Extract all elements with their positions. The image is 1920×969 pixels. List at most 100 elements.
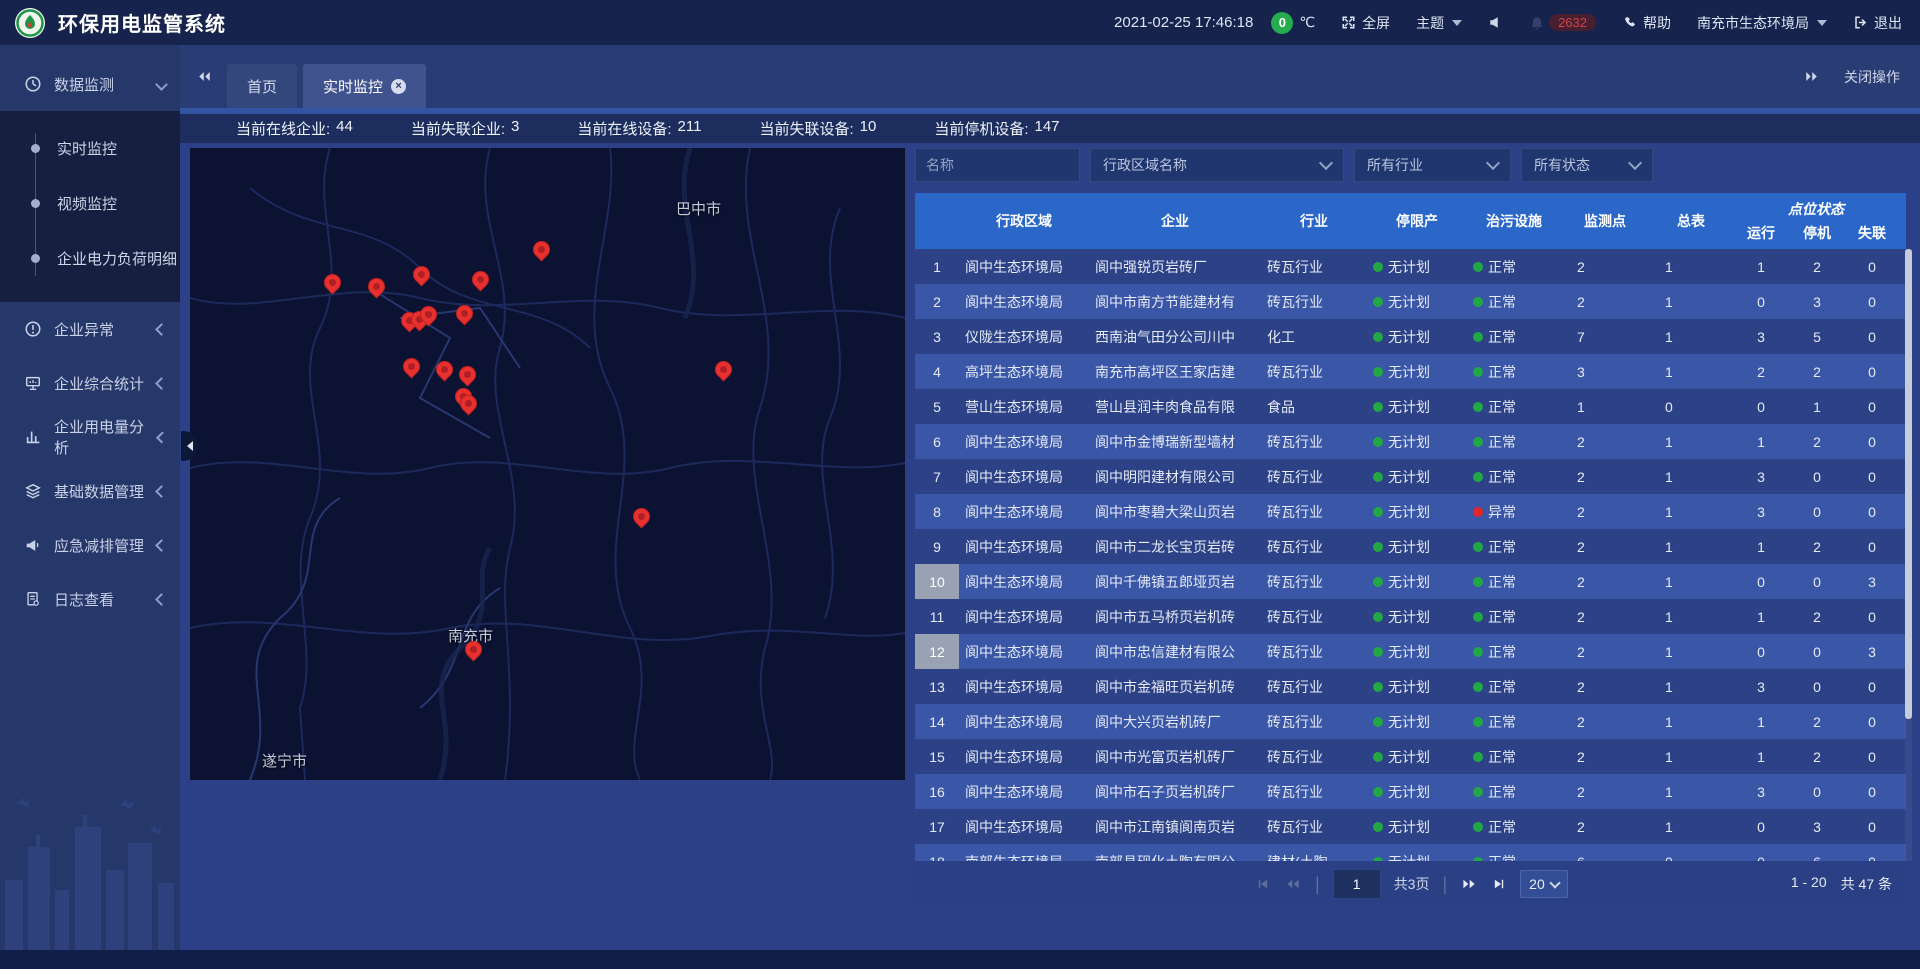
cell-stop: 5	[1789, 319, 1845, 354]
log-icon	[24, 590, 42, 608]
sidebar-item-1[interactable]: 企业异常	[0, 302, 180, 356]
table-row[interactable]: 4高坪生态环境局南充市高坪区王家店建砖瓦行业无计划正常31220	[915, 354, 1906, 389]
close-icon[interactable]: ×	[391, 79, 406, 94]
sidebar-subitem-1[interactable]: 视频监控	[0, 176, 180, 231]
fullscreen-button[interactable]: 全屏	[1341, 13, 1390, 33]
cell-limit-status-text: 无计划	[1388, 432, 1430, 452]
page-size-select[interactable]: 20	[1520, 870, 1568, 898]
cell-lost: 0	[1845, 809, 1899, 844]
header-cell-2: 行业	[1261, 193, 1367, 249]
cell-meters: 1	[1649, 529, 1733, 564]
table-row[interactable]: 8阆中生态环境局阆中市枣碧大梁山页岩砖瓦行业无计划异常21300	[915, 494, 1906, 529]
notifications[interactable]: 2632	[1529, 14, 1596, 31]
table-row[interactable]: 7阆中生态环境局阆中明阳建材有限公司砖瓦行业无计划正常21300	[915, 459, 1906, 494]
alert-icon	[24, 320, 42, 338]
table-row[interactable]: 13阆中生态环境局阆中市金福旺页岩机砖砖瓦行业无计划正常21300	[915, 669, 1906, 704]
cell-limit-status-text: 无计划	[1388, 642, 1430, 662]
next-page-button[interactable]	[1460, 877, 1478, 891]
sidebar-subitem-2[interactable]: 企业电力负荷明细	[0, 231, 180, 286]
region-filter-select[interactable]: 行政区域名称	[1090, 148, 1344, 182]
tabs-scroll-right-button[interactable]	[1803, 69, 1820, 84]
table-row[interactable]: 15阆中生态环境局阆中市光富页岩机砖厂砖瓦行业无计划正常21120	[915, 739, 1906, 774]
logout-button[interactable]: 退出	[1853, 13, 1902, 33]
status-dot-green	[1373, 472, 1383, 482]
help-button[interactable]: 帮助	[1622, 13, 1671, 33]
table-row[interactable]: 9阆中生态环境局阆中市二龙长宝页岩砖砖瓦行业无计划正常21120	[915, 529, 1906, 564]
last-page-button[interactable]	[1491, 877, 1507, 891]
org-menu[interactable]: 南充市生态环境局	[1697, 13, 1827, 33]
tab-home[interactable]: 首页	[227, 64, 297, 108]
tabs-scroll-left-button[interactable]	[196, 69, 213, 84]
sidebar-item-6[interactable]: 日志查看	[0, 572, 180, 626]
sidebar-item-0[interactable]: 数据监测	[0, 57, 180, 111]
mute-speaker-icon[interactable]	[1488, 15, 1503, 30]
cell-industry: 砖瓦行业	[1261, 669, 1367, 704]
table-row[interactable]: 16阆中生态环境局阆中市石子页岩机砖厂砖瓦行业无计划正常21300	[915, 774, 1906, 809]
table-row[interactable]: 18南部生态环境局南部县砚化土陶有限公建材(土陶无计划正常60060	[915, 844, 1906, 861]
board-icon	[24, 374, 42, 392]
cell-facility-status-text: 正常	[1488, 677, 1516, 697]
table-row[interactable]: 6阆中生态环境局阆中市金博瑞新型墙材砖瓦行业无计划正常21120	[915, 424, 1906, 459]
cell-lost: 0	[1845, 529, 1899, 564]
header-group-subcolumns: 运行停机失联	[1733, 223, 1899, 243]
cell-region: 阆中生态环境局	[959, 634, 1089, 669]
prev-page-button[interactable]	[1284, 877, 1302, 891]
cell-points: 2	[1561, 459, 1649, 494]
table-row[interactable]: 3仪陇生态环境局西南油气田分公司川中化工无计划正常71350	[915, 319, 1906, 354]
cell-lost: 0	[1845, 669, 1899, 704]
name-filter-input[interactable]	[915, 148, 1080, 182]
table-row[interactable]: 2阆中生态环境局阆中市南方节能建材有砖瓦行业无计划正常21030	[915, 284, 1906, 319]
sidebar-item-5[interactable]: 应急减排管理	[0, 518, 180, 572]
cell-meters: 1	[1649, 704, 1733, 739]
table-row[interactable]: 5营山生态环境局营山县润丰肉食品有限食品无计划正常10010	[915, 389, 1906, 424]
first-page-button[interactable]	[1255, 877, 1271, 891]
table-row[interactable]: 10阆中生态环境局阆中千佛镇五郎垭页岩砖瓦行业无计划正常21003	[915, 564, 1906, 599]
stat-item-3: 当前失联设备:10	[759, 118, 876, 139]
pagination-bar: | 共3页 | 20	[915, 861, 1906, 907]
cell-index: 3	[915, 319, 959, 354]
cell-industry-text: 砖瓦行业	[1267, 782, 1323, 802]
sidebar-item-4[interactable]: 基础数据管理	[0, 464, 180, 518]
cell-stop: 3	[1789, 284, 1845, 319]
table-row[interactable]: 14阆中生态环境局阆中大兴页岩机砖厂砖瓦行业无计划正常21120	[915, 704, 1906, 739]
cell-meters: 1	[1649, 319, 1733, 354]
cell-limit-status-text: 无计划	[1388, 327, 1430, 347]
status-filter-select[interactable]: 所有状态	[1521, 148, 1653, 182]
close-operations-button[interactable]: 关闭操作	[1844, 67, 1900, 87]
cell-facility-status-text: 正常	[1488, 397, 1516, 417]
page-size-value: 20	[1529, 876, 1545, 892]
table-row[interactable]: 11阆中生态环境局阆中市五马桥页岩机砖砖瓦行业无计划正常21120	[915, 599, 1906, 634]
sidebar-item-3[interactable]: 企业用电量分析	[0, 410, 180, 464]
status-filter-value: 所有状态	[1534, 155, 1590, 175]
cell-company: 南部县砚化土陶有限公	[1089, 844, 1261, 861]
cell-limit-status: 无计划	[1367, 284, 1467, 319]
theme-menu[interactable]: 主题	[1416, 13, 1462, 33]
table-row[interactable]: 1阆中生态环境局阆中强锐页岩砖厂砖瓦行业无计划正常21120	[915, 249, 1906, 284]
table-scrollbar[interactable]	[1905, 249, 1912, 861]
cell-points: 2	[1561, 634, 1649, 669]
map-panel[interactable]: 巴中市南充市遂宁市	[190, 148, 905, 780]
cell-company: 南充市高坪区王家店建	[1089, 354, 1261, 389]
cell-facility-status-text: 正常	[1488, 712, 1516, 732]
status-dot-green	[1373, 577, 1383, 587]
sidebar-submenu: 实时监控视频监控企业电力负荷明细	[0, 111, 180, 302]
cell-limit-status: 无计划	[1367, 424, 1467, 459]
status-dot-green	[1473, 857, 1483, 862]
table-row[interactable]: 12阆中生态环境局阆中市忠信建材有限公砖瓦行业无计划正常21003	[915, 634, 1906, 669]
cell-facility-status-text: 正常	[1488, 817, 1516, 837]
sidebar-item-2[interactable]: 企业综合统计	[0, 356, 180, 410]
right-panel: 行政区域名称 所有行业 所有状态 行政区域企业行业停限产治污设施监测点总表点位状…	[915, 148, 1906, 950]
filter-bar: 行政区域名称 所有行业 所有状态	[915, 148, 1906, 182]
cell-region-text: 阆中生态环境局	[965, 642, 1063, 662]
cell-stop: 0	[1789, 774, 1845, 809]
industry-filter-select[interactable]: 所有行业	[1354, 148, 1511, 182]
tab-realtime-monitor[interactable]: 实时监控 ×	[303, 64, 426, 108]
table-row[interactable]: 17阆中生态环境局阆中市江南镇阆南页岩砖瓦行业无计划正常21030	[915, 809, 1906, 844]
stat-label: 当前在线企业:	[236, 118, 330, 139]
chevron-down-icon	[1319, 156, 1333, 170]
page-number-input[interactable]	[1333, 869, 1381, 899]
cell-region-text: 阆中生态环境局	[965, 712, 1063, 732]
sidebar-subitem-0[interactable]: 实时监控	[0, 121, 180, 176]
cell-region: 阆中生态环境局	[959, 459, 1089, 494]
cell-limit-status-text: 无计划	[1388, 677, 1430, 697]
